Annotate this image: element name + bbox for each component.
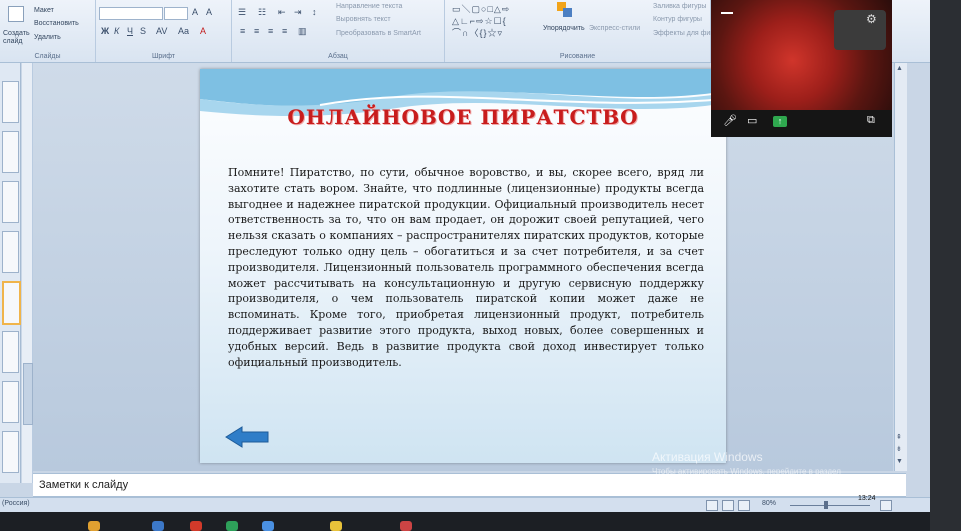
slide-thumbnail-selected[interactable]	[2, 281, 21, 325]
thumbnails-scrollbar[interactable]	[22, 63, 33, 483]
reset-button[interactable]: Восстановить	[34, 20, 79, 27]
shape-fill-button[interactable]: Заливка фигуры	[653, 3, 706, 10]
taskbar-app-icon[interactable]	[400, 521, 412, 531]
slides-group-label: Слайды	[34, 53, 61, 60]
ribbon-group-paragraph: ☰ ☷ ⇤ ⇥ ↕ ≡ ≡ ≡ ≡ ▥ Направление текста В…	[232, 0, 445, 62]
justify-icon[interactable]: ≡	[282, 26, 287, 36]
slide-thumbnail[interactable]	[2, 381, 19, 423]
shapes-gallery[interactable]: ▭＼▢○□△⇨ △∟⌐⇨☆☐{⌒∩〈{}☆▿	[452, 3, 542, 39]
share-screen-icon[interactable]: ↑	[773, 116, 787, 127]
smartart-button[interactable]: Преобразовать в SmartArt	[336, 30, 421, 37]
align-text-button[interactable]: Выровнять текст	[336, 16, 391, 23]
align-right-icon[interactable]: ≡	[268, 26, 273, 36]
ribbon-group-drawing: ▭＼▢○□△⇨ △∟⌐⇨☆☐{⌒∩〈{}☆▿ Упорядочить Экспре…	[445, 0, 713, 62]
gear-icon[interactable]: ⚙	[866, 12, 877, 26]
bold-icon[interactable]: Ж	[101, 26, 109, 36]
taskbar-app-icon[interactable]	[190, 521, 202, 531]
shrink-font-icon[interactable]: A	[206, 7, 212, 17]
slide-title[interactable]: ОНЛАЙНОВОЕ ПИРАТСТВО	[200, 105, 726, 129]
numbering-icon[interactable]: ☷	[258, 7, 266, 18]
ribbon-group-font: A A Ж К Ч S AV Aa A Шрифт	[96, 0, 232, 62]
slide-thumbnail[interactable]	[2, 431, 19, 473]
decrease-indent-icon[interactable]: ⇤	[278, 7, 286, 18]
scroll-up-page-icon[interactable]: ⇞	[896, 433, 902, 441]
zoom-slider-handle[interactable]	[824, 501, 828, 509]
slide-thumbnails-pane	[0, 63, 21, 483]
slide-thumbnail[interactable]	[2, 131, 19, 173]
back-arrow-icon[interactable]	[224, 425, 270, 449]
grow-font-icon[interactable]: A	[192, 7, 198, 17]
drawing-group-label: Рисование	[559, 53, 596, 60]
slide-body-text[interactable]: Помните! Пиратство, по сути, обычное вор…	[228, 165, 704, 370]
zoom-slider[interactable]	[790, 505, 870, 506]
case-icon[interactable]: Aa	[178, 26, 189, 36]
create-slide-button[interactable]: Создать слайд	[3, 30, 30, 46]
fit-to-window-icon[interactable]	[880, 500, 892, 511]
align-left-icon[interactable]: ≡	[240, 26, 245, 36]
activation-watermark-title: Активация Windows	[652, 450, 763, 464]
taskbar-app-icon[interactable]	[88, 521, 100, 531]
quick-styles-button[interactable]: Экспресс-стили	[589, 25, 640, 32]
italic-icon[interactable]: К	[114, 26, 119, 36]
scroll-thumb[interactable]	[23, 363, 33, 425]
status-bar: (Россия) 80% 13:24	[0, 495, 930, 512]
underline-icon[interactable]: Ч	[127, 26, 133, 36]
taskbar-app-icon[interactable]	[226, 521, 238, 531]
shadow-icon[interactable]: S	[140, 26, 146, 36]
clock: 13:24	[858, 495, 876, 502]
new-slide-icon[interactable]	[8, 6, 24, 22]
slide-notes-pane[interactable]: Заметки к слайду	[33, 473, 906, 497]
font-color-icon[interactable]: A	[200, 26, 206, 36]
font-size-input[interactable]	[164, 7, 188, 20]
notes-placeholder: Заметки к слайду	[39, 479, 129, 491]
arrange-button[interactable]: Упорядочить	[543, 25, 585, 32]
slide-thumbnail[interactable]	[2, 331, 19, 373]
pip-toggle-icon[interactable]: ⧉	[867, 114, 875, 127]
font-name-input[interactable]	[99, 7, 163, 20]
zoom-level[interactable]: 80%	[762, 500, 776, 507]
shape-outline-button[interactable]: Контур фигуры	[653, 16, 702, 23]
slide-thumbnail[interactable]	[2, 181, 19, 223]
vertical-scrollbar[interactable]: ▲ ⇞ ⇟ ▼	[894, 63, 907, 471]
camera-icon[interactable]: ▭	[747, 114, 757, 127]
spacing-icon[interactable]: AV	[156, 26, 167, 36]
increase-indent-icon[interactable]: ⇥	[294, 7, 302, 18]
text-direction-button[interactable]: Направление текста	[336, 3, 402, 10]
line-spacing-icon[interactable]: ↕	[312, 7, 317, 17]
delete-button[interactable]: Удалить	[34, 34, 61, 41]
arrange-icon[interactable]	[557, 2, 573, 18]
columns-icon[interactable]: ▥	[298, 26, 307, 37]
align-center-icon[interactable]: ≡	[254, 26, 259, 36]
scroll-up-icon[interactable]: ▲	[896, 65, 903, 72]
taskbar-app-icon[interactable]	[330, 521, 342, 531]
scroll-down-icon[interactable]: ▼	[896, 458, 903, 465]
minimize-icon[interactable]	[721, 12, 733, 14]
shape-effects-button[interactable]: Эффекты для фиг	[653, 30, 713, 37]
bullets-icon[interactable]: ☰	[238, 7, 246, 18]
monitor-bezel-right	[930, 0, 961, 531]
activation-watermark-line1: Чтобы активировать Windows, перейдите в …	[652, 467, 841, 476]
font-group-label: Шрифт	[151, 53, 176, 60]
paragraph-group-label: Абзац	[328, 53, 348, 60]
layout-button[interactable]: Макет	[34, 7, 54, 14]
activation-watermark-line2: "Параметры".	[652, 478, 703, 487]
scroll-down-page-icon[interactable]: ⇟	[896, 445, 902, 453]
taskbar-app-icon[interactable]	[262, 521, 274, 531]
video-call-overlay[interactable]: ⚙ 🎤︎ ▭ ↑ ⧉	[711, 0, 892, 137]
slide-thumbnail[interactable]	[2, 231, 19, 273]
normal-view-icon[interactable]	[706, 500, 718, 511]
reading-view-icon[interactable]	[738, 500, 750, 511]
call-controls: 🎤︎ ▭ ↑ ⧉	[711, 110, 892, 137]
slide-thumbnail[interactable]	[2, 81, 19, 123]
ribbon-group-slides: Создать слайд Макет Восстановить Удалить…	[0, 0, 96, 62]
self-preview[interactable]	[834, 10, 886, 50]
powerpoint-window: Создать слайд Макет Восстановить Удалить…	[0, 0, 930, 512]
taskbar-app-icon[interactable]	[152, 521, 164, 531]
microphone-icon[interactable]: 🎤︎	[723, 114, 737, 127]
language-indicator[interactable]: (Россия)	[2, 500, 30, 507]
slide-canvas[interactable]: ОНЛАЙНОВОЕ ПИРАТСТВО Помните! Пиратство,…	[200, 69, 726, 463]
slide-sorter-icon[interactable]	[722, 500, 734, 511]
monitor-bezel-bottom	[0, 512, 930, 531]
